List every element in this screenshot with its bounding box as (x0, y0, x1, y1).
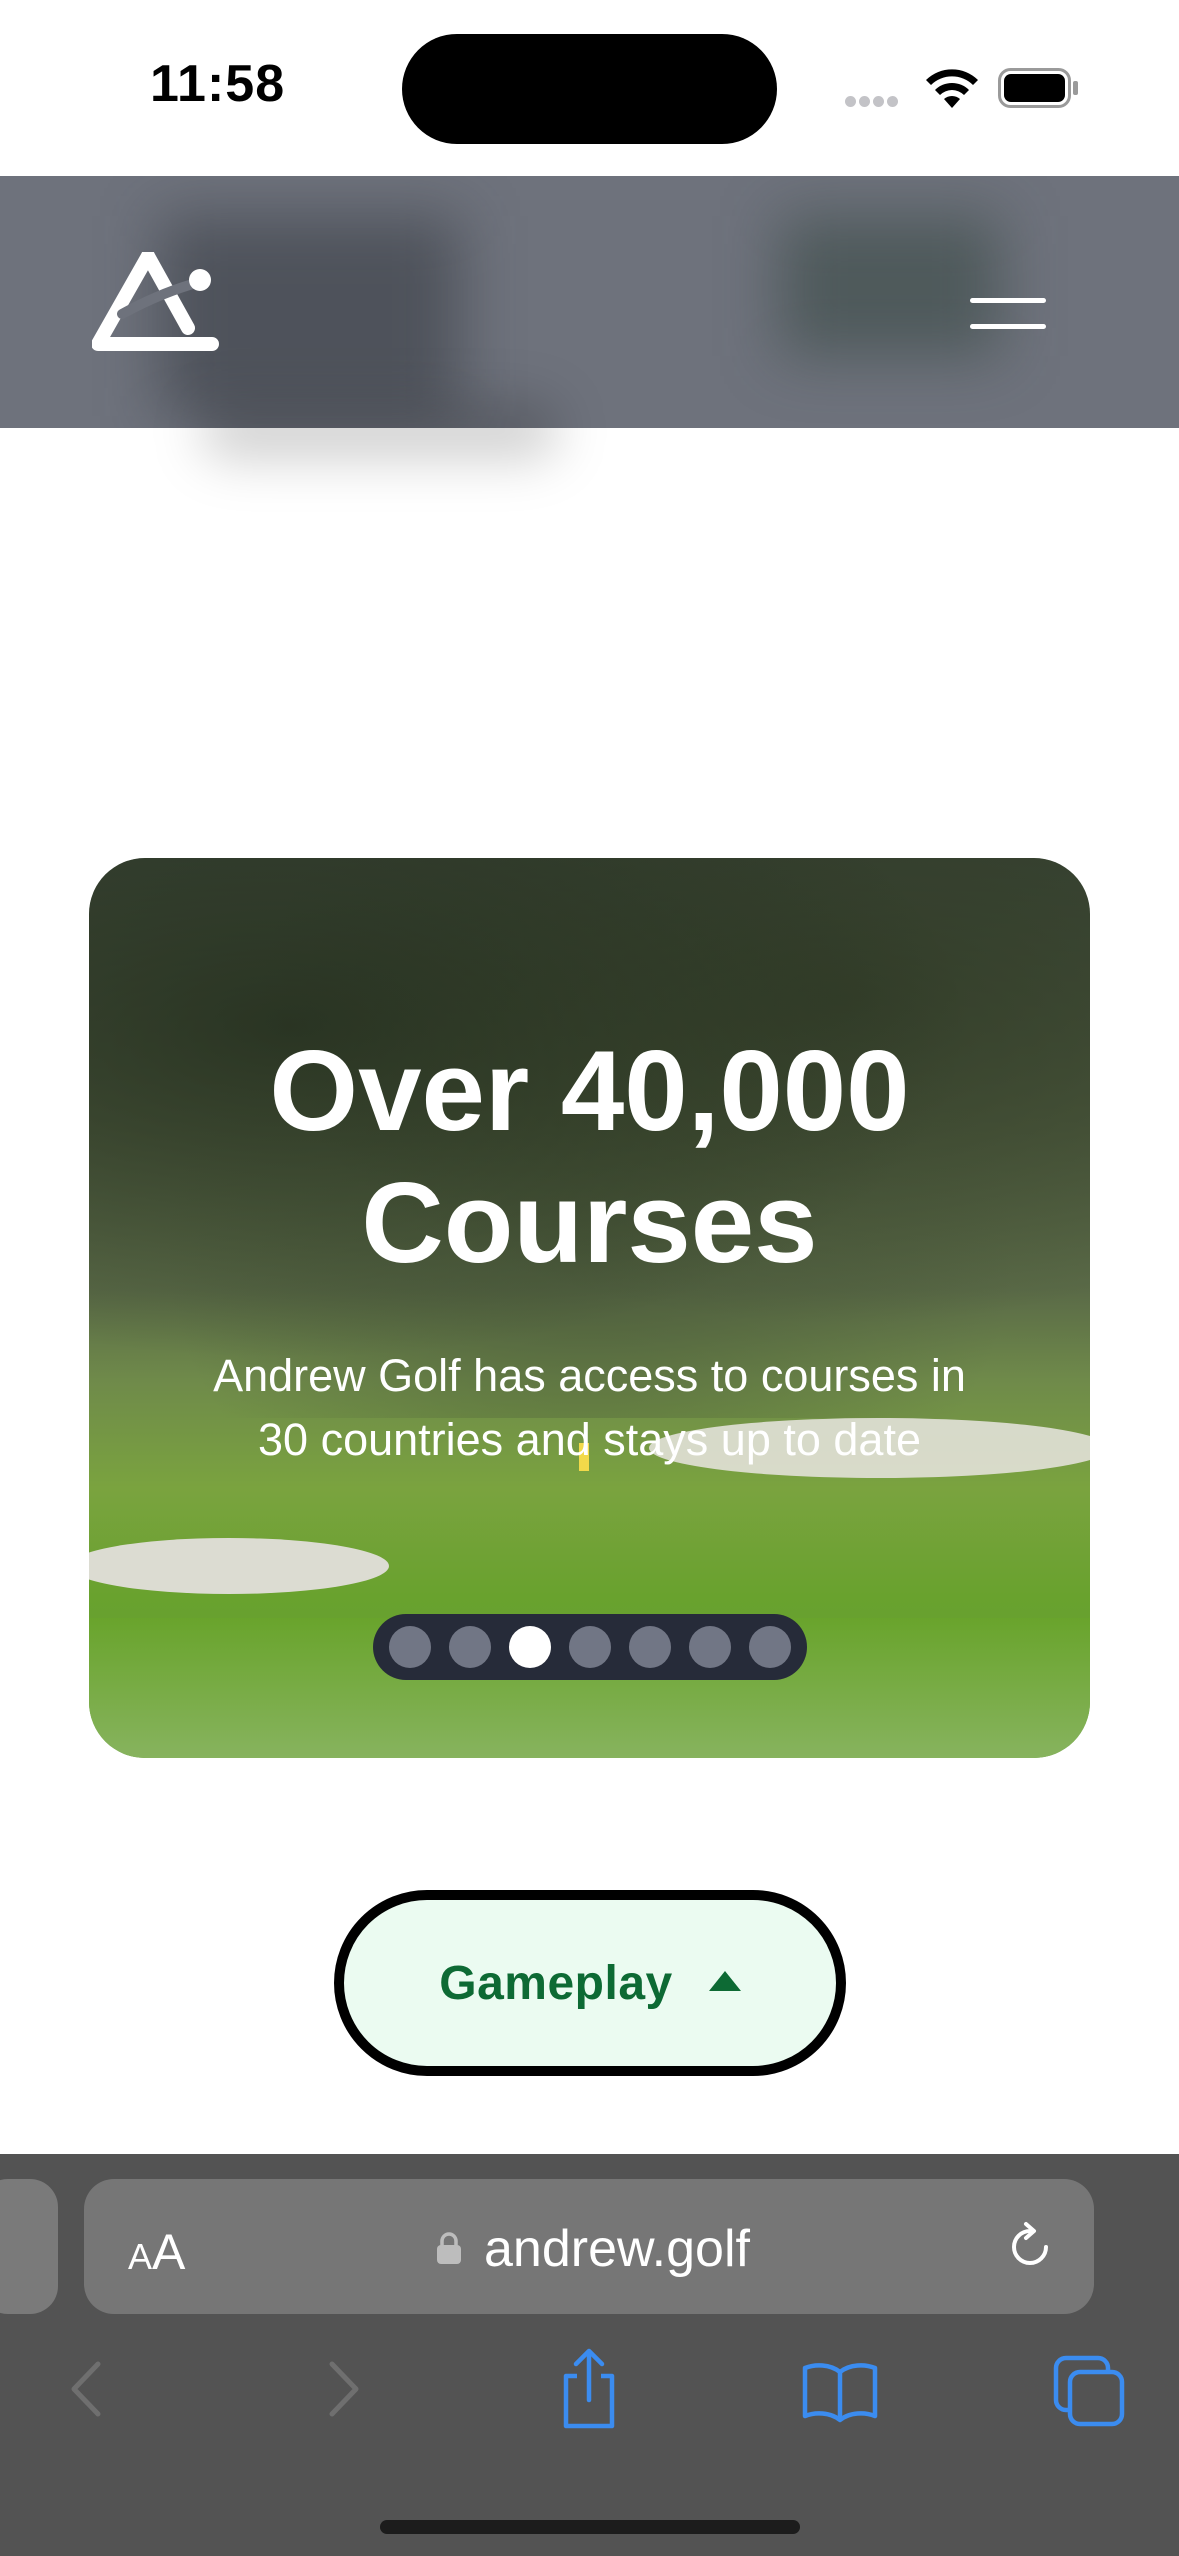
dynamic-island (402, 34, 777, 144)
hero-subtitle: Andrew Golf has access to courses in 30 … (213, 1350, 966, 1465)
carousel-dot[interactable] (509, 1626, 551, 1668)
text-size-button[interactable]: AA (128, 2223, 185, 2281)
home-indicator (380, 2520, 800, 2534)
address-bar[interactable]: AA andrew.golf (84, 2179, 1094, 2314)
battery-icon (998, 68, 1078, 108)
back-icon[interactable] (44, 2344, 134, 2434)
status-bar: 11:58 (0, 0, 1179, 176)
carousel-dot[interactable] (449, 1626, 491, 1668)
caret-up-icon (708, 1971, 741, 1991)
carousel-dot[interactable] (569, 1626, 611, 1668)
lock-icon (437, 2232, 461, 2264)
carousel-dot[interactable] (629, 1626, 671, 1668)
carousel-dot[interactable] (389, 1626, 431, 1668)
hero-title: Over 40,000 Courses (269, 1028, 910, 1287)
bookmarks-icon[interactable] (795, 2344, 885, 2434)
hamburger-menu-icon[interactable] (960, 286, 1050, 346)
forward-icon[interactable] (296, 2344, 386, 2434)
andrew-golf-logo-icon[interactable] (92, 252, 222, 352)
carousel-pagination (373, 1614, 807, 1680)
status-time: 11:58 (150, 55, 286, 113)
reload-icon[interactable] (1002, 2219, 1058, 2275)
site-header (0, 176, 1179, 428)
share-icon[interactable] (544, 2344, 634, 2434)
previous-tab-preview[interactable] (0, 2179, 58, 2314)
gameplay-label: Gameplay (439, 1956, 673, 2010)
tabs-icon[interactable] (1044, 2344, 1134, 2434)
browser-toolbar: AA andrew.golf (0, 2154, 1179, 2556)
cellular-signal-icon (845, 94, 905, 107)
wifi-icon (926, 69, 978, 108)
carousel-dot[interactable] (749, 1626, 791, 1668)
browser-nav-toolbar (0, 2344, 1179, 2464)
hero-carousel-slide[interactable]: Over 40,000 Courses Andrew Golf has acce… (89, 858, 1090, 1758)
url-text: andrew.golf (484, 2220, 750, 2278)
carousel-dot[interactable] (689, 1626, 731, 1668)
gameplay-button[interactable]: Gameplay (334, 1890, 846, 2076)
